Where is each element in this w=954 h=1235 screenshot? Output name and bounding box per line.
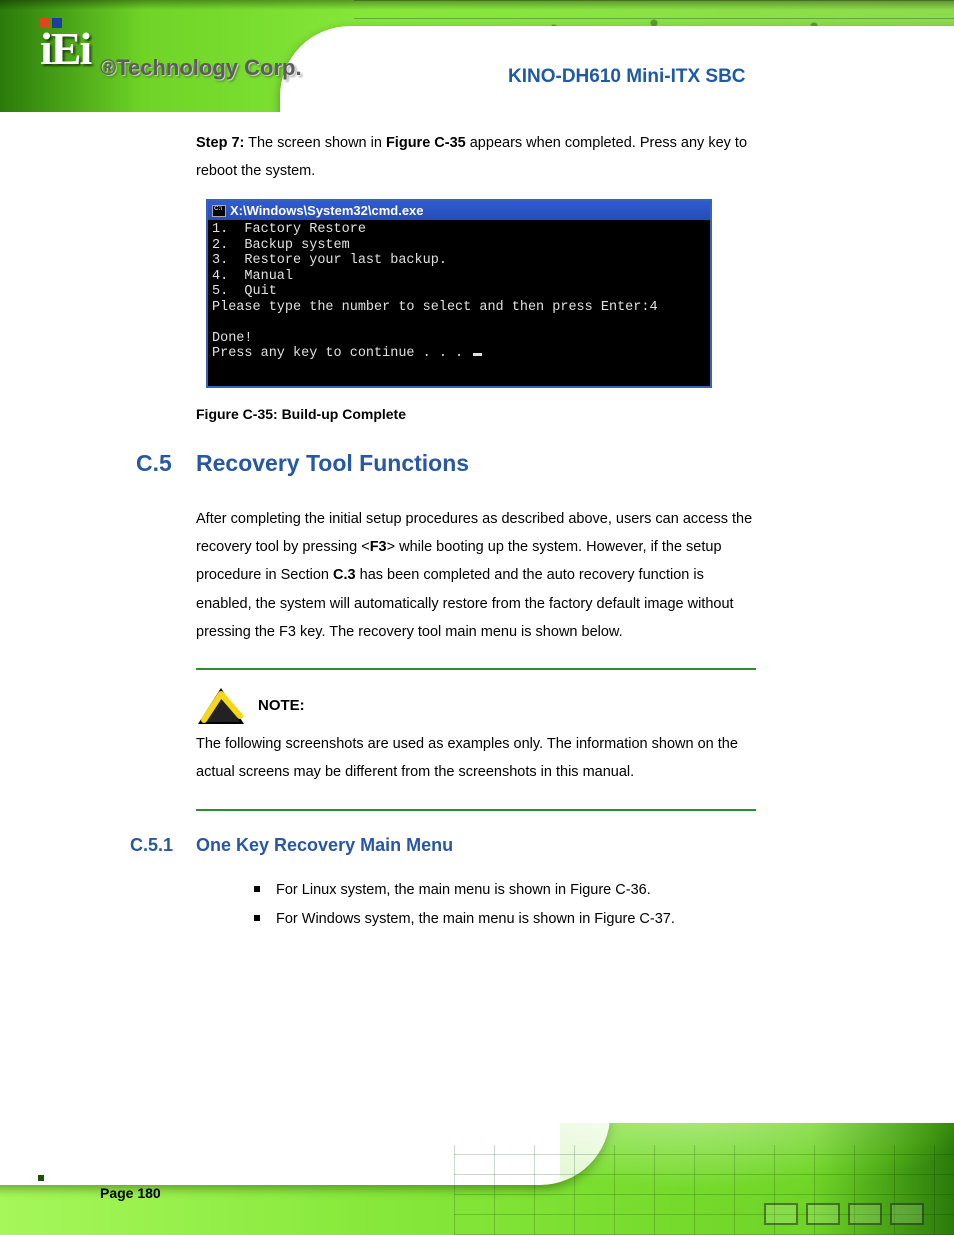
logo-icon: iEi	[40, 18, 100, 63]
step7-text: Step 7: The screen shown in Figure C-35 …	[196, 130, 756, 185]
logo-reg: ®	[100, 55, 116, 80]
note-box: NOTE: The following screenshots are used…	[196, 668, 756, 811]
console-body: 1. Factory Restore 2. Backup system 3. R…	[208, 220, 710, 386]
page-num-dot-icon	[38, 1175, 44, 1181]
step-text-c: reboot the system.	[196, 163, 315, 179]
section-title: Recovery Tool Functions	[196, 450, 469, 476]
note-icon	[196, 686, 246, 726]
logo: iEi	[40, 18, 100, 63]
note-head: NOTE:	[196, 686, 756, 726]
console-line-8: Press any key to continue . . .	[212, 346, 471, 361]
list-item: For Linux system, the main menu is shown…	[254, 876, 756, 905]
subsection-num: C.5.1	[130, 835, 173, 856]
step0-hidden: Step 0:	[319, 163, 365, 179]
doc-title: KINO-DH610 Mini-ITX SBC	[508, 66, 746, 88]
note-title: NOTE:	[258, 691, 305, 720]
console-line-2: 3. Restore your last backup.	[212, 253, 447, 268]
cmd-icon	[212, 205, 226, 217]
list-item: For Windows system, the main menu is sho…	[254, 905, 756, 934]
console-line-7: Done!	[212, 331, 253, 346]
console-line-1: 2. Backup system	[212, 238, 350, 253]
console-cursor	[473, 353, 482, 356]
console-line-4: 5. Quit	[212, 284, 277, 299]
console-line-3: 4. Manual	[212, 269, 293, 284]
section-heading-c5: C.5 Recovery Tool Functions	[196, 450, 756, 477]
logo-tag-text: Technology Corp.	[116, 55, 301, 80]
note-text: The following screenshots are used as ex…	[196, 730, 756, 787]
footer-chip-icons	[764, 1203, 924, 1225]
figure-caption: Figure C-35: Build-up Complete	[196, 406, 756, 422]
console-line-0: 1. Factory Restore	[212, 222, 366, 237]
bullet-list: For Linux system, the main menu is shown…	[254, 876, 756, 934]
para1-ref: C.3	[333, 567, 356, 583]
console-title-path: X:\Windows\System32\cmd.exe	[230, 203, 424, 218]
page-number-text: Page 180	[100, 1185, 161, 1201]
step-text-a: The screen shown in	[248, 135, 386, 151]
logo-text: iEi	[40, 22, 90, 75]
logo-tagline: ®Technology Corp.	[100, 55, 302, 81]
section-num: C.5	[136, 450, 172, 477]
subsection-heading-c51: C.5.1 One Key Recovery Main Menu	[196, 835, 756, 856]
console-titlebar: X:\Windows\System32\cmd.exe	[208, 201, 710, 220]
para1-key: F3	[370, 539, 387, 555]
header-banner: iEi ®Technology Corp. KINO-DH610 Mini-IT…	[0, 0, 954, 112]
console-screenshot: X:\Windows\System32\cmd.exe 1. Factory R…	[206, 199, 712, 388]
step-fig-ref: Figure C-35	[386, 135, 466, 151]
step-text-b: appears when completed. Press any key to	[466, 135, 747, 151]
section-paragraph: After completing the initial setup proce…	[196, 505, 756, 646]
console-line-5: Please type the number to select and the…	[212, 300, 658, 315]
page-content: Step 7: The screen shown in Figure C-35 …	[196, 130, 756, 934]
step-num: Step 7:	[196, 135, 244, 151]
subsection-title: One Key Recovery Main Menu	[196, 835, 453, 855]
footer-banner	[0, 1123, 954, 1235]
page-number: Page 180	[38, 1185, 99, 1201]
